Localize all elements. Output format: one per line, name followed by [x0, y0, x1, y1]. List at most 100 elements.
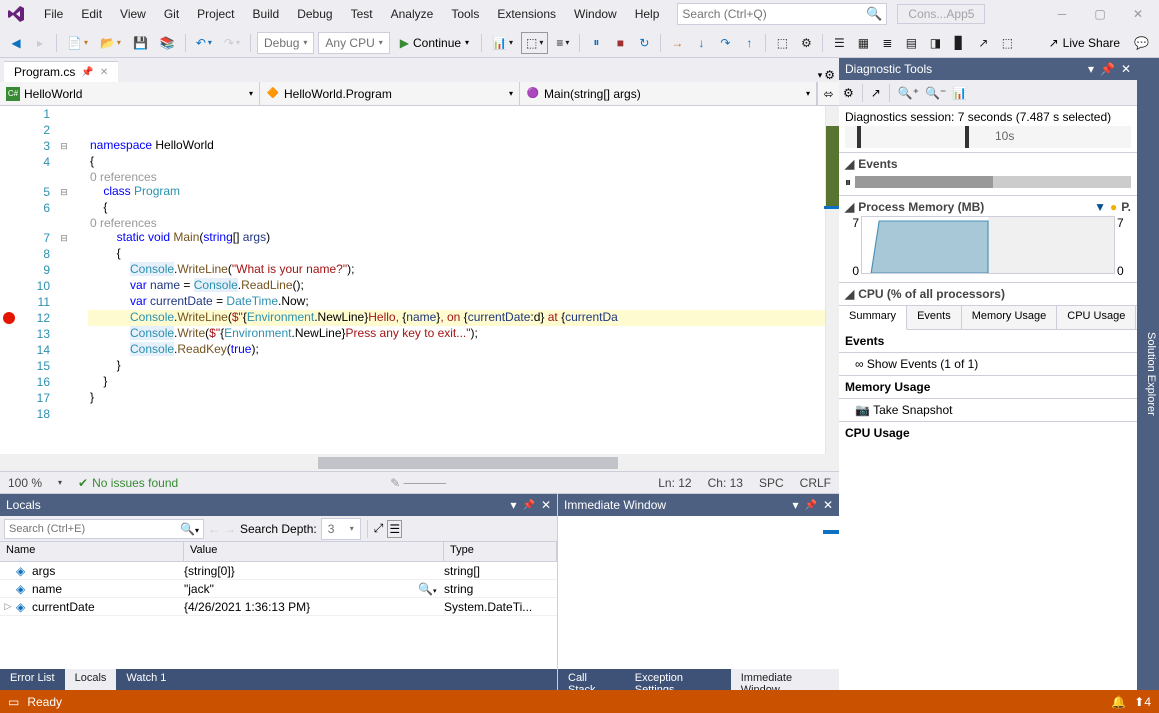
notifications-icon[interactable]: 🔔: [1111, 695, 1126, 709]
restart-button[interactable]: ↻: [634, 32, 654, 54]
maximize-button[interactable]: ▢: [1083, 3, 1117, 25]
editor-minimap[interactable]: [825, 106, 839, 454]
split-editor-icon[interactable]: ⬄: [817, 82, 839, 105]
toolbar-btn-8[interactable]: ⬚: [997, 32, 1017, 54]
diag-tab-cpu[interactable]: CPU Usage: [1057, 306, 1136, 329]
locals-row[interactable]: ◈ name "jack" 🔍▾ string: [0, 580, 557, 598]
platform-dropdown[interactable]: Any CPU▾: [318, 32, 389, 54]
immediate-window-body[interactable]: [558, 516, 839, 669]
menu-window[interactable]: Window: [566, 3, 625, 25]
pin-icon[interactable]: 📌: [1100, 62, 1115, 76]
magnifier-icon[interactable]: 🔍▾: [418, 582, 444, 596]
step-into-button[interactable]: ↓: [691, 32, 711, 54]
nav-back-icon[interactable]: ←: [208, 522, 220, 536]
expand-icon[interactable]: ▷: [0, 601, 16, 612]
file-tab-programcs[interactable]: Program.cs 📌 ✕: [4, 61, 118, 82]
menu-analyze[interactable]: Analyze: [383, 3, 442, 25]
menu-edit[interactable]: Edit: [73, 3, 110, 25]
source-control-badge[interactable]: ⬆4: [1134, 695, 1151, 709]
window-position-icon[interactable]: ▾: [510, 498, 516, 512]
tab-immediate-window[interactable]: Immediate Window: [731, 669, 839, 690]
close-panel-icon[interactable]: ✕: [1121, 62, 1131, 76]
step-over-button[interactable]: ↷: [715, 32, 735, 54]
menu-view[interactable]: View: [112, 3, 154, 25]
menu-build[interactable]: Build: [245, 3, 288, 25]
nav-class-dropdown[interactable]: 🔶 HelloWorld.Program ▾: [260, 82, 520, 105]
tab-error-list[interactable]: Error List: [0, 669, 65, 690]
show-events-link[interactable]: ∞ Show Events (1 of 1): [839, 353, 1137, 376]
forward-button[interactable]: ▸: [30, 32, 50, 54]
pin-icon[interactable]: 📌: [522, 500, 534, 511]
global-search-input[interactable]: [682, 7, 866, 21]
nav-forward-icon[interactable]: →: [224, 522, 236, 536]
tab-exception-settings[interactable]: Exception Settings: [625, 669, 731, 690]
undo-button[interactable]: ↶▾: [192, 32, 216, 54]
solution-explorer-tab[interactable]: Solution Explorer: [1137, 58, 1159, 690]
locals-col-type[interactable]: Type: [444, 542, 557, 561]
diag-timeline[interactable]: 10s: [845, 126, 1131, 148]
live-share-button[interactable]: ↗ Live Share: [1043, 34, 1126, 52]
stop-button[interactable]: ■: [610, 32, 630, 54]
locals-grid[interactable]: Name Value Type ◈ args {string[0]} strin…: [0, 542, 557, 669]
continue-button[interactable]: ▶ Continue▾: [394, 34, 475, 52]
zoom-out-icon[interactable]: 🔍⁻: [925, 86, 946, 100]
tab-watch-1[interactable]: Watch 1: [116, 669, 176, 690]
diag-tab-events[interactable]: Events: [907, 306, 962, 329]
toolbar-btn-4[interactable]: ▤: [901, 32, 921, 54]
pause-button[interactable]: ⏸: [586, 32, 606, 54]
close-panel-icon[interactable]: ✕: [823, 498, 833, 512]
locals-search-box[interactable]: 🔍▾: [4, 519, 204, 539]
locals-search-input[interactable]: [9, 523, 180, 535]
issues-indicator[interactable]: ✔No issues found: [78, 476, 178, 490]
reset-view-icon[interactable]: 📊: [952, 86, 967, 100]
step-out-button[interactable]: ↑: [739, 32, 759, 54]
nav-method-dropdown[interactable]: 🟣 Main(string[] args) ▾: [520, 82, 817, 105]
diag-tab-memory[interactable]: Memory Usage: [962, 306, 1058, 329]
zoom-level[interactable]: 100 %: [8, 476, 42, 490]
indent-indicator[interactable]: SPC: [759, 476, 784, 490]
breakpoints-button[interactable]: ⬚: [772, 32, 792, 54]
menu-git[interactable]: Git: [156, 3, 187, 25]
save-all-button[interactable]: 📚: [156, 32, 179, 54]
diag-events-header[interactable]: ◢Events: [845, 157, 1131, 171]
nav-project-dropdown[interactable]: C# HelloWorld ▾: [0, 82, 260, 105]
tab-dropdown-icon[interactable]: ▾: [818, 70, 823, 81]
menu-test[interactable]: Test: [343, 3, 381, 25]
redo-button[interactable]: ↷▾: [220, 32, 244, 54]
global-search-box[interactable]: 🔍: [677, 3, 887, 25]
toolbar-btn-3[interactable]: ≣: [877, 32, 897, 54]
menu-help[interactable]: Help: [627, 3, 668, 25]
open-button[interactable]: 📂▾: [96, 32, 125, 54]
toolbar-btn-1[interactable]: ☰: [829, 32, 849, 54]
minimize-button[interactable]: ─: [1045, 3, 1079, 25]
locals-col-value[interactable]: Value: [184, 542, 444, 561]
toolbar-btn-5[interactable]: ◨: [925, 32, 945, 54]
exception-settings-button[interactable]: ⚙: [796, 32, 816, 54]
close-tab-icon[interactable]: ✕: [100, 67, 108, 78]
diag-cpu-header[interactable]: ◢CPU (% of all processors): [845, 287, 1131, 301]
code-editor[interactable]: 1 2 3⊟ 4 5⊟ 6 7⊟ 8 9 10 11 12 13 14 15 1…: [0, 106, 839, 454]
locals-toolbar-icon-1[interactable]: ⤢: [374, 521, 384, 536]
memory-chart[interactable]: [861, 216, 1115, 274]
new-project-button[interactable]: 📄▾: [63, 32, 92, 54]
toolbar-btn-7[interactable]: ↗: [973, 32, 993, 54]
menu-project[interactable]: Project: [189, 3, 242, 25]
breakpoint-icon[interactable]: [3, 312, 15, 324]
select-tools-icon[interactable]: ↗: [871, 86, 881, 100]
menu-file[interactable]: File: [36, 3, 71, 25]
output-icon[interactable]: ▭: [8, 695, 19, 709]
menu-extensions[interactable]: Extensions: [489, 3, 564, 25]
feedback-button[interactable]: 💬: [1130, 32, 1153, 54]
locals-col-name[interactable]: Name: [0, 542, 184, 561]
toolbar-btn-2[interactable]: ▦: [853, 32, 873, 54]
pin-icon[interactable]: 📌: [804, 500, 816, 511]
stack-frame-button[interactable]: ≡▾: [552, 32, 573, 54]
tab-call-stack[interactable]: Call Stack: [558, 669, 625, 690]
locals-row[interactable]: ◈ args {string[0]} string[]: [0, 562, 557, 580]
take-snapshot-link[interactable]: 📷 Take Snapshot: [839, 399, 1137, 422]
process-button[interactable]: 📊▾: [488, 32, 517, 54]
settings-icon[interactable]: ⚙: [843, 86, 854, 100]
menu-tools[interactable]: Tools: [443, 3, 487, 25]
window-position-icon[interactable]: ▾: [792, 498, 798, 512]
locals-row[interactable]: ▷◈ currentDate {4/26/2021 1:36:13 PM} Sy…: [0, 598, 557, 616]
